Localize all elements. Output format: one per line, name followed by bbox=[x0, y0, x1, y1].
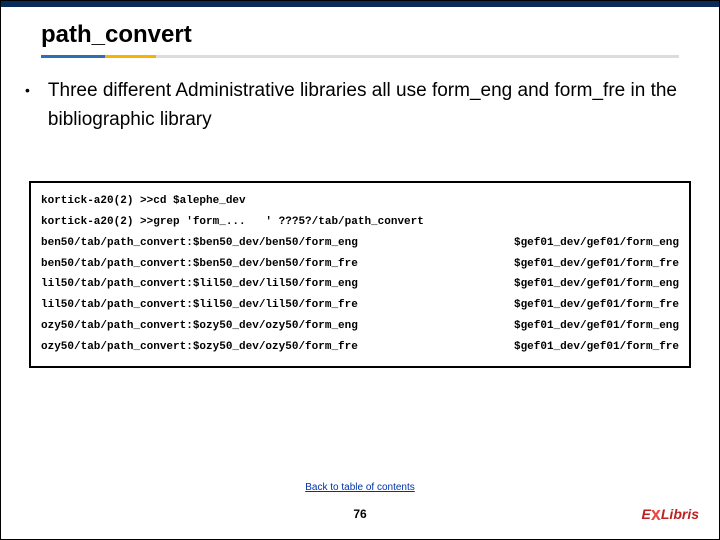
code-right: $gef01_dev/gef01/form_fre bbox=[494, 295, 679, 316]
code-line: ozy50/tab/path_convert:$ozy50_dev/ozy50/… bbox=[41, 316, 679, 337]
page-title: path_convert bbox=[41, 21, 719, 49]
code-line: ben50/tab/path_convert:$ben50_dev/ben50/… bbox=[41, 233, 679, 254]
code-line: ozy50/tab/path_convert:$ozy50_dev/ozy50/… bbox=[41, 337, 679, 358]
code-line: lil50/tab/path_convert:$lil50_dev/lil50/… bbox=[41, 274, 679, 295]
code-left: kortick-a20(2) >>grep 'form_... ' ???5?/… bbox=[41, 212, 424, 233]
title-underline bbox=[41, 55, 679, 58]
code-left: kortick-a20(2) >>cd $alephe_dev bbox=[41, 191, 246, 212]
toc-link[interactable]: Back to table of contents bbox=[305, 482, 415, 493]
bullet-text: Three different Administrative libraries… bbox=[48, 76, 679, 135]
code-right: $gef01_dev/gef01/form_eng bbox=[494, 316, 679, 337]
code-left: ozy50/tab/path_convert:$ozy50_dev/ozy50/… bbox=[41, 337, 358, 358]
code-left: ben50/tab/path_convert:$ben50_dev/ben50/… bbox=[41, 254, 358, 275]
bullet-icon: • bbox=[25, 82, 30, 98]
page-number: 76 bbox=[1, 507, 719, 521]
code-right bbox=[659, 191, 679, 212]
code-block: kortick-a20(2) >>cd $alephe_dev kortick-… bbox=[29, 181, 691, 368]
logo-part: Libris bbox=[661, 506, 699, 522]
toc-link-wrap: Back to table of contents bbox=[1, 482, 719, 493]
logo-x-icon: x bbox=[651, 504, 661, 524]
bullet-item: • Three different Administrative librari… bbox=[1, 76, 719, 135]
logo-part: E bbox=[642, 506, 651, 522]
code-right: $gef01_dev/gef01/form_eng bbox=[494, 274, 679, 295]
code-right: $gef01_dev/gef01/form_eng bbox=[494, 233, 679, 254]
code-right bbox=[659, 212, 679, 233]
code-line: lil50/tab/path_convert:$lil50_dev/lil50/… bbox=[41, 295, 679, 316]
code-left: lil50/tab/path_convert:$lil50_dev/lil50/… bbox=[41, 295, 358, 316]
code-left: ben50/tab/path_convert:$ben50_dev/ben50/… bbox=[41, 233, 358, 254]
code-line: kortick-a20(2) >>cd $alephe_dev bbox=[41, 191, 679, 212]
code-line: kortick-a20(2) >>grep 'form_... ' ???5?/… bbox=[41, 212, 679, 233]
code-left: lil50/tab/path_convert:$lil50_dev/lil50/… bbox=[41, 274, 358, 295]
exlibris-logo: ExLibris bbox=[642, 504, 699, 525]
code-right: $gef01_dev/gef01/form_fre bbox=[494, 254, 679, 275]
slide: path_convert • Three different Administr… bbox=[0, 0, 720, 540]
top-accent-bar bbox=[1, 1, 719, 7]
code-right: $gef01_dev/gef01/form_fre bbox=[494, 337, 679, 358]
code-left: ozy50/tab/path_convert:$ozy50_dev/ozy50/… bbox=[41, 316, 358, 337]
code-line: ben50/tab/path_convert:$ben50_dev/ben50/… bbox=[41, 254, 679, 275]
